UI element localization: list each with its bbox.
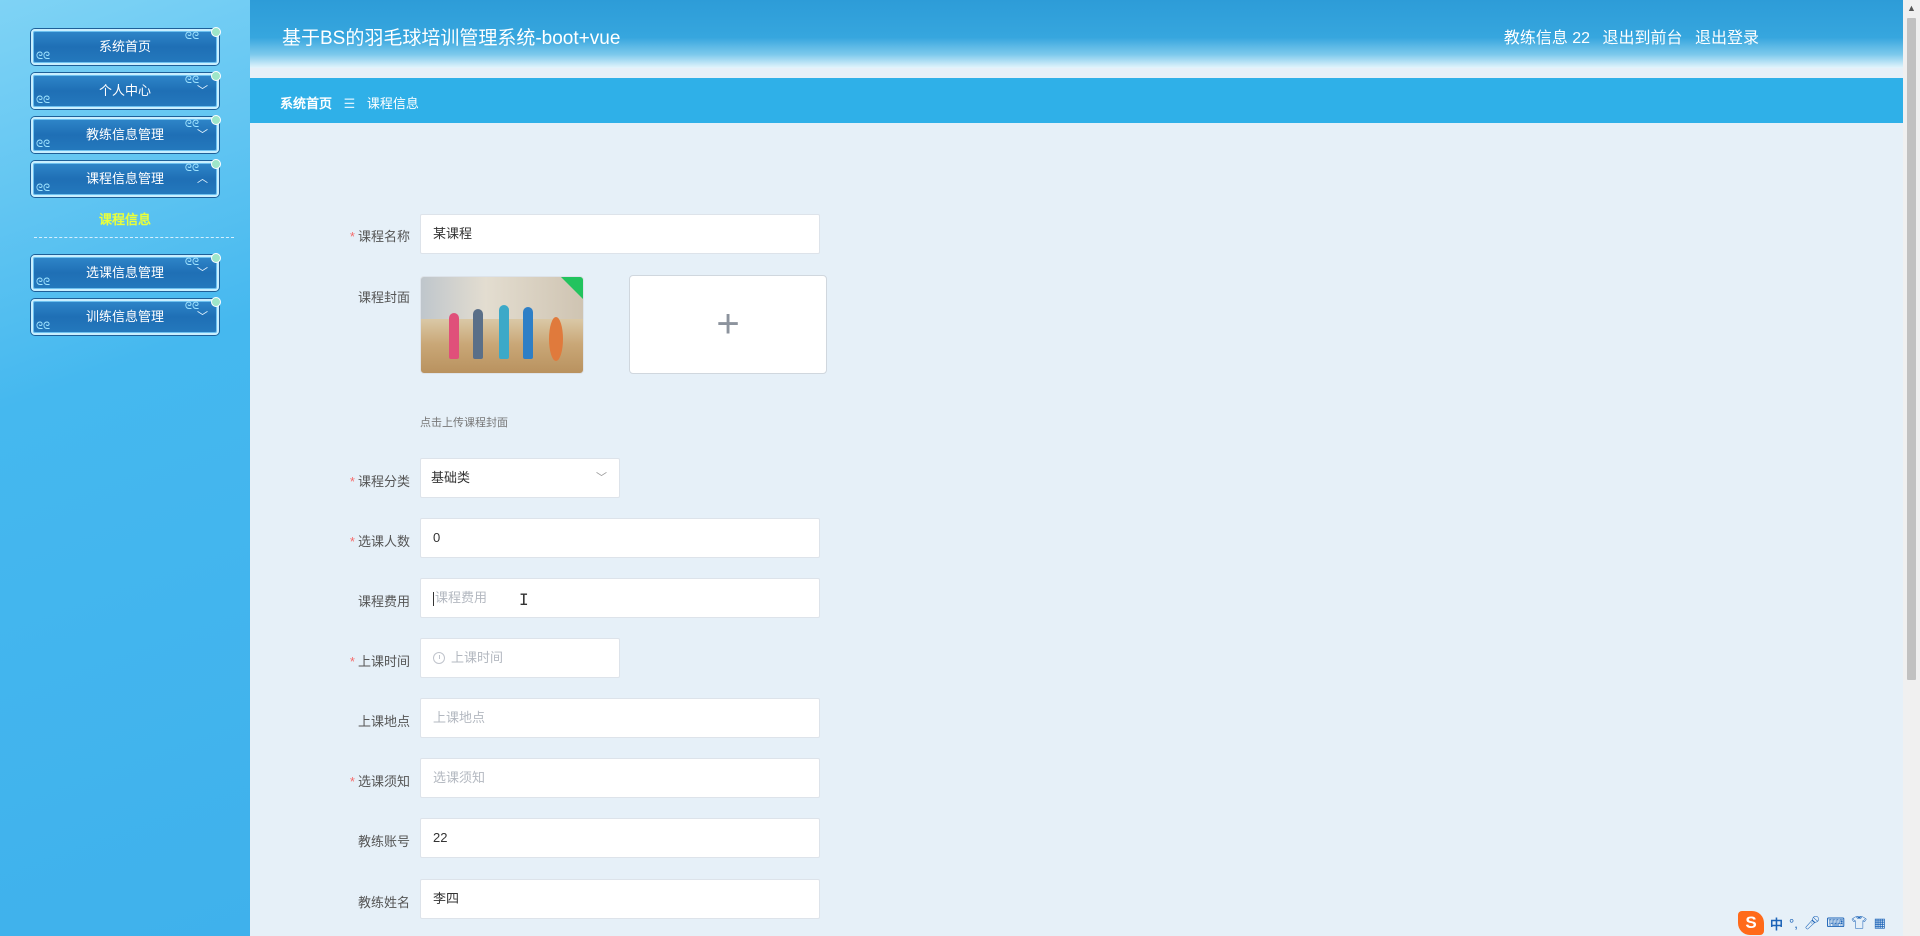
menu-separator-icon: ☰ <box>343 96 356 111</box>
required-mark: * <box>349 534 355 549</box>
required-mark: * <box>349 229 355 244</box>
ime-mode-toggle[interactable]: 中 <box>1770 914 1783 933</box>
athlete-figure-icon <box>473 309 483 359</box>
course-name-input[interactable]: 某课程 <box>420 214 820 254</box>
sidebar-item-coach-management[interactable]: ᘓᘓ ᘓᘓ 教练信息管理 ﹀ <box>31 115 221 153</box>
class-time-picker[interactable]: 上课时间 <box>420 638 620 678</box>
sidebar-item-training-management[interactable]: ᘓᘓ ᘓᘓ 训练信息管理 ﹀ <box>31 297 221 335</box>
exercise-ball-icon <box>549 317 563 361</box>
keyboard-icon[interactable]: ⌨ <box>1826 915 1845 931</box>
corner-tag-icon <box>561 277 583 299</box>
enrollment-notice-input[interactable]: 选课须知 <box>420 758 820 798</box>
indicator-dot-icon <box>211 297 221 307</box>
enrolled-count-input[interactable]: 0 <box>420 518 820 558</box>
required-mark: * <box>349 654 355 669</box>
text-caret <box>433 591 434 606</box>
class-location-input[interactable]: 上课地点 <box>420 698 820 738</box>
course-category-value: 基础类 <box>431 470 471 485</box>
ime-punctuation-toggle[interactable]: °, <box>1789 916 1798 931</box>
course-cover-image[interactable] <box>420 276 584 374</box>
class-time-label: * 上课时间 <box>349 654 410 669</box>
chevron-down-icon: ﹀ <box>197 85 208 97</box>
breadcrumb-home[interactable]: 系统首页 <box>280 96 332 111</box>
user-info: 教练信息 22 <box>1503 30 1591 47</box>
sidebar-item-course-management[interactable]: ᘓᘓ ᘓᘓ 课程信息管理 ︿ <box>31 159 221 197</box>
class-time-placeholder: 上课时间 <box>451 650 504 665</box>
sogou-logo-icon[interactable]: S <box>1738 911 1764 935</box>
sidebar-item-home[interactable]: ᘓᘓ ᘓᘓ 系统首页 <box>31 27 221 65</box>
enrollment-notice-label: * 选课须知 <box>349 774 410 789</box>
logout-link[interactable]: 退出登录 <box>1695 30 1759 47</box>
indicator-dot-icon <box>211 253 221 263</box>
top-header: 基于BS的羽毛球培训管理系统-boot+vue 教练信息 22 退出到前台 退出… <box>250 0 1903 68</box>
sidebar-item-personal-center[interactable]: ᘓᘓ ᘓᘓ 个人中心 ﹀ <box>31 71 221 109</box>
indicator-dot-icon <box>211 27 221 37</box>
indicator-dot-icon <box>211 115 221 125</box>
sidebar-subitem-course-info[interactable]: 课程信息 <box>31 209 219 228</box>
swirl-decoration-icon: ᘓᘓ <box>36 277 51 288</box>
athlete-figure-icon <box>449 313 459 359</box>
i-beam-cursor-icon: I <box>519 590 529 609</box>
class-location-label: 上课地点 <box>357 714 410 729</box>
enrolled-count-label: * 选课人数 <box>349 534 410 549</box>
chevron-down-icon: ﹀ <box>596 472 607 484</box>
ime-toolbar: S 中 °, 🎤︎ ⌨ 👕︎ ▦ <box>1738 910 1886 936</box>
breadcrumb-current: 课程信息 <box>366 96 419 111</box>
required-mark: * <box>349 474 355 489</box>
course-cover-label: 课程封面 <box>357 290 410 305</box>
swirl-decoration-icon: ᘓᘓ <box>36 51 51 62</box>
sidebar: ᘓᘓ ᘓᘓ 系统首页 ᘓᘓ ᘓᘓ 个人中心 ﹀ ᘓᘓ ᘓᘓ 教练信息管理 ﹀ ᘓ… <box>0 0 250 936</box>
skin-shirt-icon[interactable]: 👕︎ <box>1851 915 1868 931</box>
swirl-decoration-icon: ᘓᘓ <box>36 321 51 332</box>
scroll-up-arrow-icon[interactable]: ▲ <box>1903 0 1920 17</box>
toolbox-grid-icon[interactable]: ▦ <box>1874 915 1886 931</box>
swirl-decoration-icon: ᘓᘓ <box>36 95 51 106</box>
cover-upload-hint: 点击上传课程封面 <box>420 417 508 429</box>
cover-upload-button[interactable]: + <box>629 275 827 374</box>
microphone-icon[interactable]: 🎤︎ <box>1804 915 1821 931</box>
app-title: 基于BS的羽毛球培训管理系统-boot+vue <box>282 28 621 49</box>
vertical-scrollbar[interactable]: ▲ <box>1903 0 1920 936</box>
coach-account-label: 教练账号 <box>357 834 410 849</box>
swirl-decoration-icon: ᘓᘓ <box>184 31 199 42</box>
athlete-figure-icon <box>523 307 533 359</box>
athlete-figure-icon <box>499 305 509 359</box>
header-user-area: 教练信息 22 退出到前台 退出登录 <box>1496 24 1759 48</box>
breadcrumb: 系统首页 ☰ 课程信息 <box>280 93 419 112</box>
chevron-down-icon: ﹀ <box>197 267 208 279</box>
course-category-select[interactable]: 基础类 ﹀ <box>420 458 620 498</box>
sidebar-item-label: 个人中心 <box>98 83 151 98</box>
back-to-front-link[interactable]: 退出到前台 <box>1603 30 1683 47</box>
sidebar-item-enrollment-management[interactable]: ᘓᘓ ᘓᘓ 选课信息管理 ﹀ <box>31 253 221 291</box>
swirl-decoration-icon: ᘓᘓ <box>36 183 51 194</box>
divider <box>34 237 234 238</box>
sidebar-item-label: 训练信息管理 <box>85 309 164 324</box>
course-fee-placeholder: 课程费用 <box>435 590 488 605</box>
chevron-up-icon: ︿ <box>197 173 208 185</box>
clock-icon <box>433 651 445 664</box>
scrollbar-thumb[interactable] <box>1907 18 1916 680</box>
chevron-down-icon: ﹀ <box>197 311 208 323</box>
indicator-dot-icon <box>211 159 221 169</box>
sidebar-item-label: 选课信息管理 <box>85 265 164 280</box>
sidebar-item-label: 教练信息管理 <box>85 127 164 142</box>
coach-account-input[interactable]: 22 <box>420 818 820 858</box>
coach-name-input[interactable]: 李四 <box>420 879 820 919</box>
chevron-down-icon: ﹀ <box>197 129 208 141</box>
course-category-label: * 课程分类 <box>349 474 410 489</box>
coach-name-label: 教练姓名 <box>357 895 410 910</box>
indicator-dot-icon <box>211 71 221 81</box>
course-fee-label: 课程费用 <box>357 594 410 609</box>
sidebar-item-label: 课程信息管理 <box>85 171 164 186</box>
breadcrumb-bar: 系统首页 ☰ 课程信息 <box>250 78 1903 123</box>
course-fee-input[interactable]: 课程费用 <box>420 578 820 618</box>
swirl-decoration-icon: ᘓᘓ <box>36 139 51 150</box>
course-name-label: * 课程名称 <box>349 229 410 244</box>
required-mark: * <box>349 774 355 789</box>
sidebar-item-label: 系统首页 <box>98 39 151 54</box>
